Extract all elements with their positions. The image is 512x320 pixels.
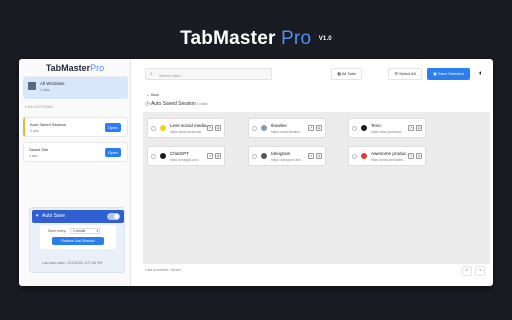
promo-title: TabMaster Pro V1.0 — [0, 28, 512, 50]
open-collection-button[interactable]: Open — [105, 123, 121, 132]
copy-icon[interactable]: ⧉ — [416, 153, 422, 159]
search-placeholder: Search tabs... — [159, 72, 184, 78]
open-external-icon[interactable]: ↗ — [308, 153, 314, 159]
tab-title: Less social media... — [170, 123, 210, 128]
last-autosave-status: Last autosave: Never — [145, 268, 181, 272]
open-external-icon[interactable]: ↗ — [408, 153, 414, 159]
collection-card[interactable]: Saved Tab 0 tabs Open — [23, 142, 128, 162]
restore-last-session-button[interactable]: Restore Last Session — [52, 237, 104, 245]
main-panel: ⌕ Search tabs... ▦ All Tabs ☰ Select All… — [131, 59, 493, 286]
save-interval-select[interactable]: 1 minute ▾ — [70, 228, 100, 234]
select-all-button[interactable]: ☰ Select All — [388, 68, 422, 80]
tab-title: Tevo — [371, 123, 381, 128]
logo-pro: Pro — [90, 63, 105, 73]
open-collection-button[interactable]: Open — [105, 148, 121, 157]
open-external-icon[interactable]: ↗ — [207, 125, 213, 131]
auto-save-panel: ✦ Auto Save Save every: 1 minute ▾ Resto… — [29, 207, 125, 273]
tab-title: Ideogram — [271, 151, 291, 156]
open-external-icon[interactable]: ↗ — [207, 153, 213, 159]
tab-url: https://www.snapchat... — [170, 130, 204, 134]
undo-icon[interactable]: ↶ — [462, 266, 472, 276]
auto-save-label: Auto Save — [42, 213, 66, 219]
tab-card[interactable]: Less social media... https://www.snapcha… — [147, 118, 225, 138]
all-windows-label: All Windows — [40, 81, 65, 86]
tab-url: https://chatgpt.com/ — [170, 158, 199, 162]
copy-icon[interactable]: ⧉ — [215, 125, 221, 131]
tab-grid: Less social media... https://www.snapcha… — [143, 112, 490, 264]
search-input[interactable]: ⌕ Search tabs... — [145, 68, 272, 80]
copy-icon[interactable]: ⧉ — [215, 153, 221, 159]
copy-icon[interactable]: ⧉ — [316, 153, 322, 159]
tab-url: https://tevo.gumroad... — [371, 130, 404, 134]
toggle-knob — [114, 214, 119, 219]
session-title: ◷ Auto Saved Session 6 tabs — [145, 101, 208, 107]
all-tabs-button[interactable]: ▦ All Tabs — [331, 68, 362, 80]
tab-checkbox[interactable] — [352, 126, 357, 131]
tab-title: Awesome produc... — [371, 151, 411, 156]
auto-save-toggle[interactable] — [107, 213, 120, 220]
favicon-icon — [160, 125, 166, 131]
tab-checkbox[interactable] — [252, 126, 257, 131]
collection-name: Auto Saved Session — [30, 122, 67, 127]
collections-heading: COLLECTIONS — [25, 105, 53, 109]
logo-main: TabMaster — [45, 63, 91, 73]
save-every-label: Save every: — [48, 229, 67, 233]
tab-card[interactable]: Tevo https://tevo.gumroad... ↗ ⧉ — [348, 118, 426, 138]
open-external-icon[interactable]: ↗ — [308, 125, 314, 131]
tab-url: https://www.webulabs... — [371, 158, 406, 162]
save-selected-label: Save Selected — [438, 71, 464, 76]
promo-title-main: TabMaster — [180, 28, 276, 49]
sidebar: TabMasterPro All Windows 1 tabs COLLECTI… — [19, 59, 131, 286]
favicon-icon — [361, 153, 367, 159]
favicon-icon — [261, 125, 267, 131]
collection-name: Saved Tab — [29, 147, 48, 152]
session-title-text: Auto Saved Session — [150, 101, 196, 107]
sidebar-logo: TabMasterPro — [19, 62, 131, 74]
redo-icon[interactable]: ↷ — [475, 266, 485, 276]
select-all-label: Select All — [399, 71, 416, 76]
theme-toggle-moon-icon[interactable]: ◐ — [475, 68, 487, 80]
tab-card[interactable]: ChatGPT https://chatgpt.com/ ↗ ⧉ — [147, 146, 225, 166]
favicon-icon — [160, 153, 166, 159]
copy-icon[interactable]: ⧉ — [416, 125, 422, 131]
tab-title: Ikealine — [271, 123, 287, 128]
tab-url: https://ideogram.ai/t/... — [271, 158, 304, 162]
save-interval-value: 1 minute — [73, 229, 86, 233]
promo-version: V1.0 — [318, 35, 332, 42]
last-auto-save-text: Last auto-save: 2/12/2025, 4:07:56 PM — [42, 261, 103, 265]
app-window: TabMasterPro All Windows 1 tabs COLLECTI… — [19, 59, 493, 286]
save-selected-button[interactable]: ▣ Save Selected — [427, 68, 470, 80]
all-tabs-label: All Tabs — [341, 71, 356, 76]
tab-card[interactable]: Ideogram https://ideogram.ai/t/... ↗ ⧉ — [248, 146, 326, 166]
tab-checkbox[interactable] — [151, 154, 156, 159]
promo-title-pro: Pro — [281, 28, 312, 49]
back-link[interactable]: ← Back — [146, 93, 159, 97]
tab-checkbox[interactable] — [352, 154, 357, 159]
clock-icon: ◷ — [145, 101, 150, 107]
collection-count: 0 tabs — [29, 154, 38, 158]
sparkle-icon: ✦ — [35, 213, 40, 219]
collection-card[interactable]: Auto Saved Session 6 tabs Open — [23, 117, 128, 137]
tab-title: ChatGPT — [170, 151, 190, 156]
window-icon — [28, 82, 36, 90]
tab-url: https://www.ikealine... — [271, 130, 303, 134]
auto-save-options: Save every: 1 minute ▾ Restore Last Sess… — [40, 225, 116, 249]
collection-count: 6 tabs — [30, 129, 39, 133]
auto-save-bar: ✦ Auto Save — [32, 210, 124, 223]
favicon-icon — [261, 153, 267, 159]
tab-card[interactable]: Ikealine https://www.ikealine... ↗ ⧉ — [248, 118, 326, 138]
sidebar-item-all-windows[interactable]: All Windows 1 tabs — [23, 77, 128, 99]
tab-card[interactable]: Awesome produc... https://www.webulabs..… — [348, 146, 426, 166]
all-windows-count: 1 tabs — [40, 88, 50, 92]
open-external-icon[interactable]: ↗ — [408, 125, 414, 131]
tab-checkbox[interactable] — [252, 154, 257, 159]
tab-checkbox[interactable] — [151, 126, 156, 131]
chevron-down-icon: ▾ — [96, 229, 98, 233]
favicon-icon — [361, 125, 367, 131]
search-icon: ⌕ — [150, 71, 153, 77]
session-tab-count: 6 tabs — [197, 102, 208, 106]
copy-icon[interactable]: ⧉ — [316, 125, 322, 131]
